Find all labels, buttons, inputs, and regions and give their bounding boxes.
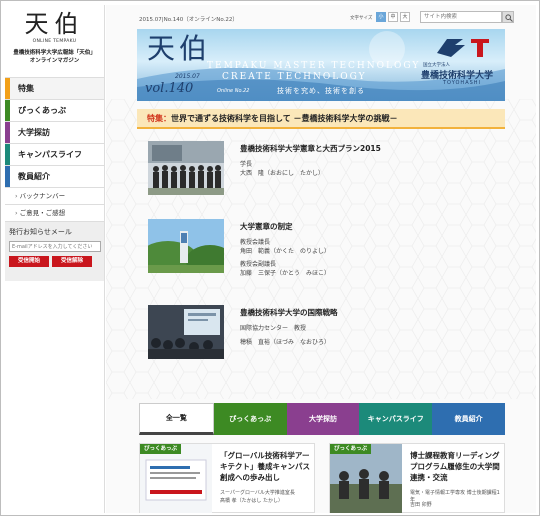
font-size-label: 文字サイズ <box>350 16 373 21</box>
article-author-role: 教授会議長 <box>240 239 271 246</box>
chevron-right-icon: › <box>15 192 18 200</box>
sub-item-label: バックナンバー <box>19 192 66 200</box>
card-title: 「グローバル技術科学アーキテクト」養成キャンパス創成への歩み出し <box>220 451 310 482</box>
issue-info: 2015.07|No.140（オンラインNo.22） <box>139 17 238 23</box>
issue-banner[interactable]: 天伯 TEMPAKU MASTER TECHNOLOGY CREATE TECH… <box>137 29 505 101</box>
subscribe-button[interactable]: 受信開始 <box>9 256 49 267</box>
feature-title: 世界で通ずる技術科学を目指して －豊橋技術科学大学の挑戦－ <box>171 114 398 123</box>
font-size-medium-button[interactable]: 中 <box>388 12 398 22</box>
feature-prefix: 特集： <box>147 114 171 123</box>
university-name-en: TOYOHASHI <box>443 80 482 86</box>
banner-year: 2015.07 <box>175 73 200 80</box>
card-category-badge: ぴっくあっぷ <box>330 444 372 454</box>
menu-item-pickup[interactable]: ぴっくあっぷ <box>5 99 104 121</box>
card-author-role: スーパーグローバル大学推進室長 <box>220 490 295 496</box>
top-bar: 2015.07|No.140（オンラインNo.22） 文字サイズ 小 中 大 <box>106 5 536 29</box>
article-card[interactable]: ぴっくあっぷ 博士課程教育リーディングプログラム履修生の大学間連携・交流 電気・… <box>329 443 505 513</box>
main-content: 2015.07|No.140（オンラインNo.22） 文字サイズ 小 中 大 天… <box>106 5 536 513</box>
sub-item-back-numbers[interactable]: › バックナンバー <box>5 187 104 204</box>
banner-volume: vol.140 <box>145 81 194 96</box>
tagline: 豊橋技術科学大学広報誌「天伯」 オンラインマガジン <box>5 49 104 65</box>
card-author-name: 髙橋 孝（たかはし たかし） <box>220 498 283 504</box>
banner-title: 天伯 <box>147 32 212 65</box>
menu-item-campus-life[interactable]: キャンパスライフ <box>5 143 104 165</box>
article-author-name: 大西 隆（おおにし たかし） <box>240 170 325 177</box>
article-photo <box>148 219 224 273</box>
tagline-line-1: 豊橋技術科学大学広報誌「天伯」 <box>13 50 96 56</box>
tab-pickup[interactable]: ぴっくあっぷ <box>213 403 287 435</box>
article-photo <box>148 305 224 359</box>
card-category-badge: ぴっくあっぷ <box>140 444 182 454</box>
menu-item-feature[interactable]: 特集 <box>5 77 104 99</box>
article-title: 豊橋技術科学大学の国際戦略 <box>240 308 338 317</box>
font-size-large-button[interactable]: 大 <box>400 12 410 22</box>
logo-mark: 天伯 <box>24 10 85 38</box>
sidebar: 天伯 ONLINE TEMPAKU 豊橋技術科学大学広報誌「天伯」 オンラインマ… <box>5 5 105 513</box>
chevron-right-icon: › <box>15 209 18 217</box>
category-tabs: 全一覧 ぴっくあっぷ 大学探訪 キャンパスライフ 教員紹介 <box>139 403 505 435</box>
article-author-name: 加藤 三保子（かとう みほこ） <box>240 270 331 277</box>
mail-subscribe-box: 発行お知らせメール 受信開始 受信解除 <box>5 221 104 281</box>
email-field[interactable] <box>9 241 101 252</box>
article-item[interactable]: 豊橋技術科学大学の国際戦略 国際協力センター 教授 穂積 直裕（ほづみ なおひろ… <box>148 305 478 361</box>
site-logo[interactable]: 天伯 ONLINE TEMPAKU 豊橋技術科学大学広報誌「天伯」 オンラインマ… <box>5 5 104 77</box>
card-author-name: 吉田 卯野 <box>410 502 432 508</box>
university-logo-icon <box>437 39 489 57</box>
search-icon <box>505 14 513 22</box>
card-thumbnail <box>140 444 212 513</box>
page-frame: 天伯 ONLINE TEMPAKU 豊橋技術科学大学広報誌「天伯」 オンラインマ… <box>0 0 540 516</box>
article-card[interactable]: ぴっくあっぷ 「グローバル技術科学アーキテクト」養成キャンパス創成への歩み出し … <box>139 443 315 513</box>
article-author-role: 学長 <box>240 161 253 168</box>
tab-campus-life[interactable]: キャンパスライフ <box>359 403 433 435</box>
tab-faculty[interactable]: 教員紹介 <box>432 403 505 435</box>
banner-tagline-1: TEMPAKU MASTER TECHNOLOGY <box>207 61 421 71</box>
search-input[interactable] <box>420 11 502 23</box>
card-title: 博士課程教育リーディングプログラム履修生の大学間連携・交流 <box>410 451 500 482</box>
tab-campus-visit[interactable]: 大学探訪 <box>286 403 360 435</box>
article-photo <box>148 141 224 195</box>
card-thumbnail <box>330 444 402 513</box>
logo-subtitle: ONLINE TEMPAKU <box>32 39 77 44</box>
unsubscribe-button[interactable]: 受信解除 <box>52 256 92 267</box>
article-title: 大学憲章の制定 <box>240 222 293 231</box>
tab-all[interactable]: 全一覧 <box>139 403 214 435</box>
article-author-name: 角田 範義（かくた のりよし） <box>240 248 331 255</box>
article-title: 豊橋技術科学大学憲章と大西プラン2015 <box>240 144 381 153</box>
article-item[interactable]: 豊橋技術科学大学憲章と大西プラン2015 学長 大西 隆（おおにし たかし） <box>148 141 478 197</box>
mail-title: 発行お知らせメール <box>9 228 72 236</box>
banner-tagline-2: CREATE TECHNOLOGY <box>222 72 367 82</box>
article-author-role: 教授会副議長 <box>240 261 277 268</box>
search-button[interactable] <box>502 11 514 23</box>
article-author-role: 国際協力センター 教授 <box>240 325 307 332</box>
article-author-name: 穂積 直裕（ほづみ なおひろ） <box>240 339 331 346</box>
banner-volume-sub: Online No.22 <box>217 88 250 94</box>
sub-item-label: ご意見・ご感想 <box>19 209 66 217</box>
sub-item-feedback[interactable]: › ご意見・ご感想 <box>5 204 104 221</box>
feature-heading: 特集：世界で通ずる技術科学を目指して －豊橋技術科学大学の挑戦－ <box>137 109 505 129</box>
font-size-small-button[interactable]: 小 <box>376 12 386 22</box>
banner-slogan: 技術を究め、技術を創る <box>277 87 365 95</box>
menu-item-faculty[interactable]: 教員紹介 <box>5 165 104 187</box>
article-item[interactable]: 大学憲章の制定 教授会議長 角田 範義（かくた のりよし） 教授会副議長 加藤 … <box>148 219 478 277</box>
tagline-line-2: オンラインマガジン <box>29 58 80 64</box>
menu-item-campus-visit[interactable]: 大学探訪 <box>5 121 104 143</box>
